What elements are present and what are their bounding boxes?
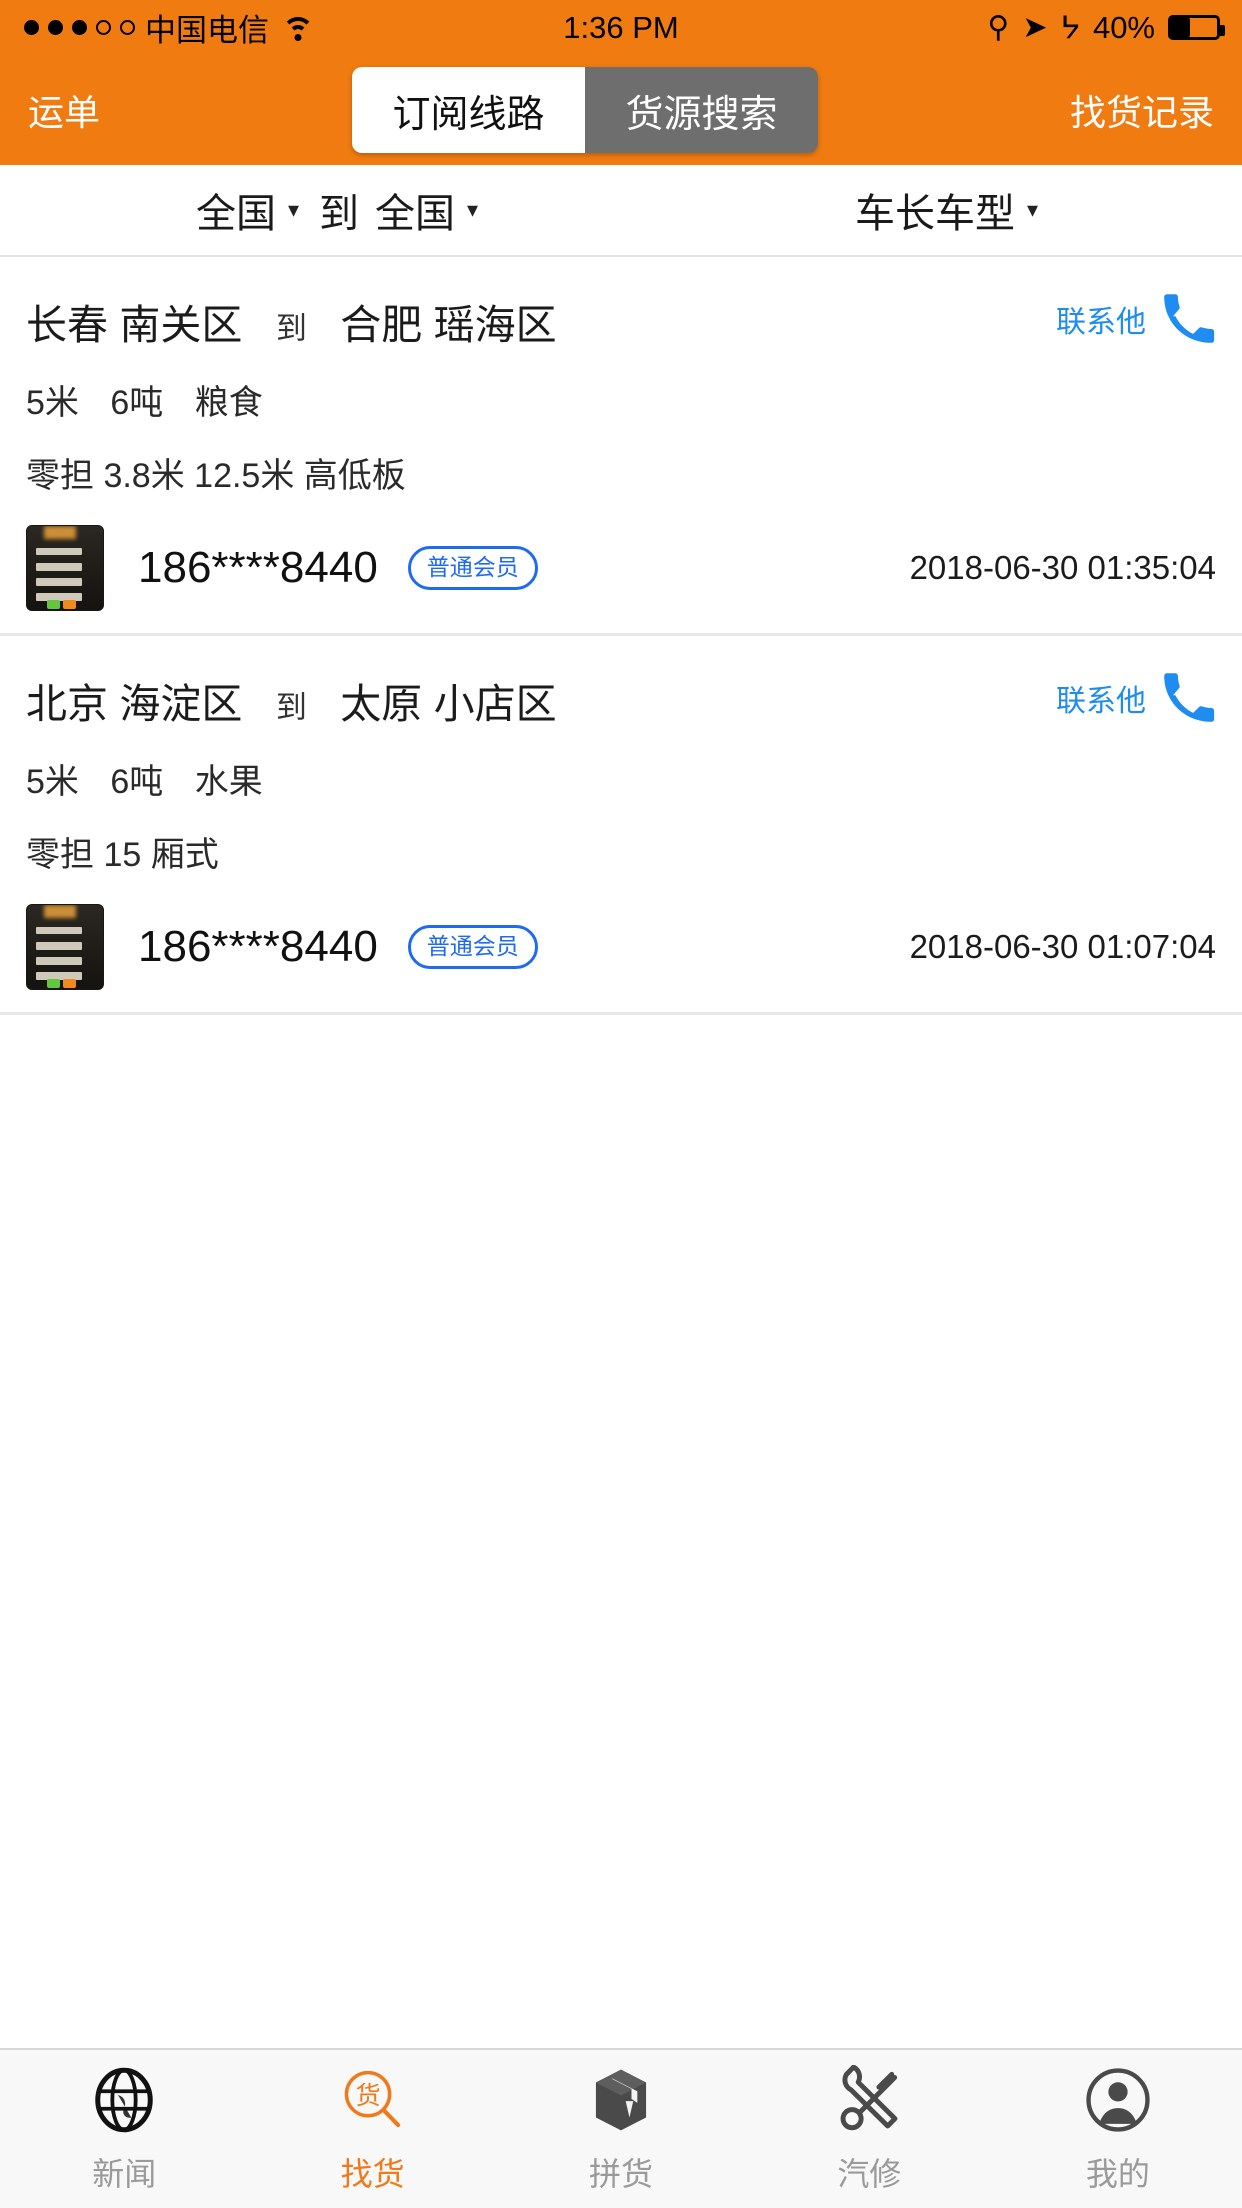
phone-number[interactable]: 186****8440 [138,543,378,593]
tab-find-cargo[interactable]: 货 找货 [248,2063,496,2195]
phone-number[interactable]: 186****8440 [138,922,378,972]
timestamp: 2018-06-30 01:07:04 [909,928,1216,965]
status-badge: 普通会员 [407,546,538,590]
origin-city: 北京 [26,681,108,727]
contact-label[interactable]: 联系他 [1056,676,1146,720]
route-origin: 长春 南关区 到 合肥 瑶海区 [26,291,557,351]
tab-label: 我的 [1085,2156,1150,2192]
card-footer: 186****8440 普通会员 2018-06-30 01:35:04 [26,525,1216,611]
spec-cargo-type: 粮食 [194,384,263,422]
filter-truck-label[interactable]: 车长车型 [855,181,1015,239]
timestamp: 2018-06-30 01:35:04 [909,549,1216,586]
tab-label: 找货 [340,2156,405,2192]
filter-origin-label[interactable]: 全国 [196,181,276,239]
chevron-down-icon[interactable]: ▾ [288,197,299,223]
box-icon [584,2063,658,2137]
contact-button[interactable]: 联系他 [1056,670,1216,726]
tab-profile[interactable]: 我的 [994,2063,1242,2195]
avatar [26,904,104,990]
battery-icon [1168,15,1225,40]
svg-text:货: 货 [355,2082,380,2110]
spec-length: 5米 [26,763,79,801]
bottom-tab-bar: 新闻 货 找货 拼货 汽修 我的 [0,2048,1242,2208]
origin-district: 南关区 [119,302,243,348]
repair-tools-icon [832,2063,906,2137]
nav-button-waybill[interactable]: 运单 [28,84,100,136]
contact-label[interactable]: 联系他 [1056,297,1146,341]
list-item[interactable]: 长春 南关区 到 合肥 瑶海区 联系他 5米 6吨 粮食 零担 3.8米 12.… [0,257,1242,636]
filter-bar: 全国 ▾ 到 全国 ▾ 车长车型 ▾ [0,165,1242,257]
chevron-down-icon[interactable]: ▾ [1027,197,1038,223]
chevron-down-icon[interactable]: ▾ [467,197,478,223]
tab-label: 汽修 [837,2156,902,2192]
phone-icon[interactable] [1160,670,1216,726]
tab-label: 新闻 [92,2156,157,2192]
list-item[interactable]: 北京 海淀区 到 太原 小店区 联系他 5米 6吨 水果 零担 15 厢式 18… [0,636,1242,1015]
filter-destination-label[interactable]: 全国 [375,181,455,239]
globe-icon [87,2063,161,2137]
nav-button-search-history[interactable]: 找货记录 [1070,84,1214,136]
card-footer: 186****8440 普通会员 2018-06-30 01:07:04 [26,904,1216,990]
truck-filter-group[interactable]: 车长车型 ▾ [855,181,1058,239]
status-bar-clock: 1:36 PM [563,9,679,45]
navigation-bar: 运单 订阅线路 货源搜索 找货记录 [0,55,1242,165]
cargo-spec: 5米 6吨 粮食 [26,375,1216,424]
truck-types: 零担 15 厢式 [26,836,219,874]
route-connector: 到 [275,311,307,346]
app-root: 中国电信 1:36 PM ⚲ ➤ ᔭ 40% 运单 订阅线路 货源搜索 找货记录… [0,0,1242,2208]
route-row: 长春 南关区 到 合肥 瑶海区 [26,291,1216,351]
status-bar: 中国电信 1:36 PM ⚲ ➤ ᔭ 40% [0,0,1242,55]
cargo-search-icon: 货 [336,2063,410,2137]
contact-button[interactable]: 联系他 [1056,291,1216,347]
origin-district: 海淀区 [119,681,243,727]
tab-repair[interactable]: 汽修 [745,2063,993,2195]
route-connector: 到 [275,690,307,725]
avatar [26,525,104,611]
route-origin: 北京 海淀区 到 太原 小店区 [26,670,557,730]
segment-subscribed-routes[interactable]: 订阅线路 [352,67,585,153]
user-profile-icon [1081,2063,1155,2137]
route-filter-group: 全国 ▾ 到 全国 ▾ [196,181,498,239]
cargo-spec: 5米 6吨 水果 [26,754,1216,803]
tab-group-cargo[interactable]: 拼货 [497,2063,745,2195]
location-arrow-icon: ➤ [1022,10,1048,44]
spec-weight: 6吨 [110,763,164,801]
spec-cargo-type: 水果 [194,763,263,801]
status-badge: 普通会员 [407,925,538,969]
dest-district: 瑶海区 [433,302,557,348]
origin-city: 长春 [26,302,108,348]
route-row: 北京 海淀区 到 太原 小店区 [26,670,1216,730]
tab-news[interactable]: 新闻 [0,2063,248,2195]
spec-length: 5米 [26,384,79,422]
phone-icon[interactable] [1160,291,1216,347]
filter-connector: 到 [319,192,360,236]
segmented-control[interactable]: 订阅线路 货源搜索 [352,67,818,153]
tab-label: 拼货 [589,2156,654,2192]
dest-district: 小店区 [433,681,557,727]
cargo-list: 长春 南关区 到 合肥 瑶海区 联系他 5米 6吨 粮食 零担 3.8米 12.… [0,257,1242,2048]
truck-types: 零担 3.8米 12.5米 高低板 [26,457,406,495]
segment-cargo-search[interactable]: 货源搜索 [585,67,818,153]
dest-city: 合肥 [340,302,423,348]
spec-weight: 6吨 [110,384,164,422]
dest-city: 太原 [340,681,423,727]
